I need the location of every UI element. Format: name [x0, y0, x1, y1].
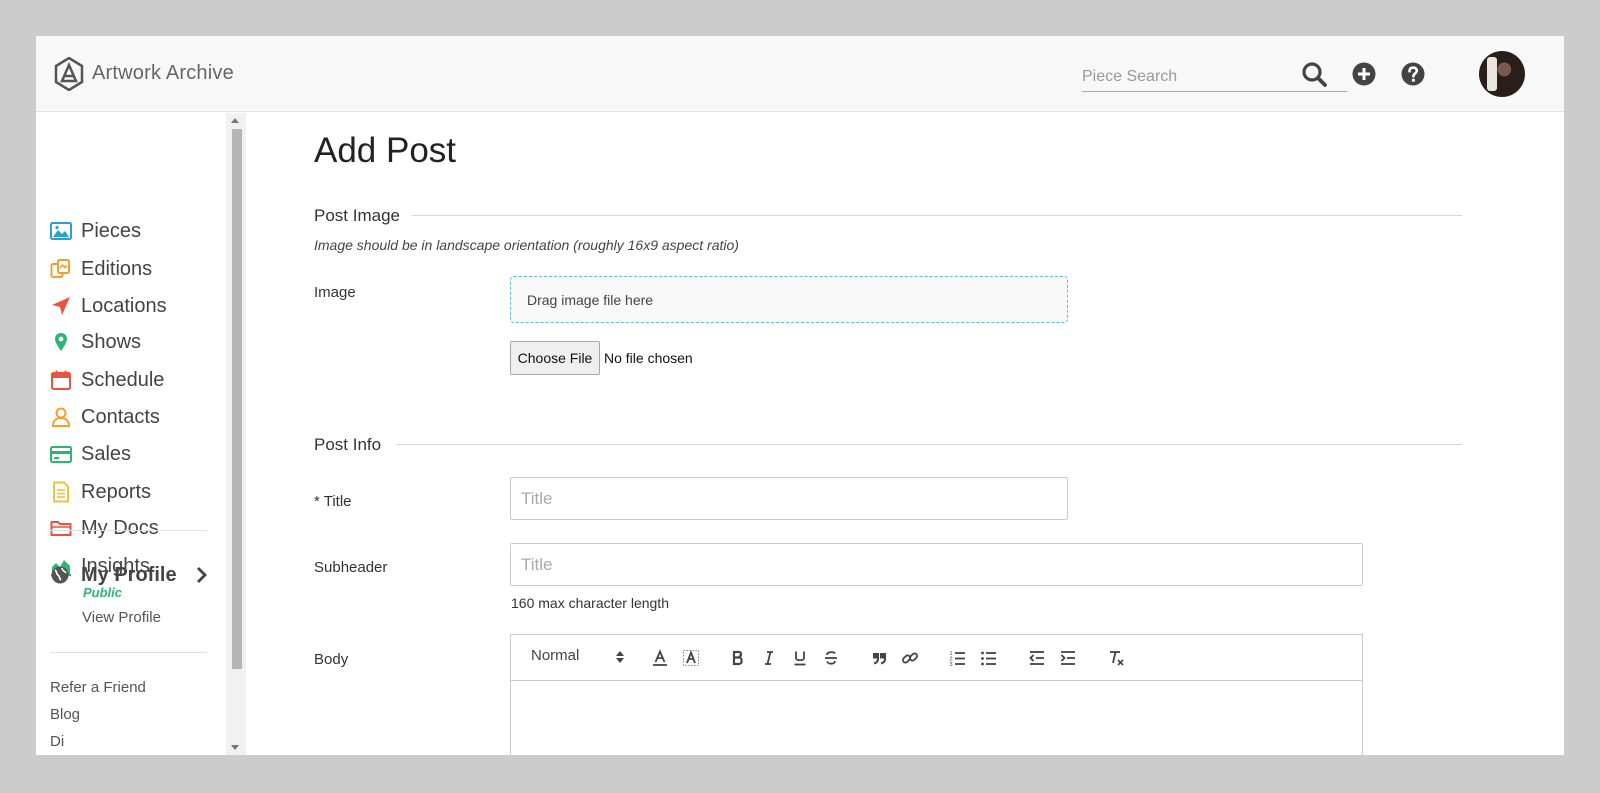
credit-card-icon [50, 446, 72, 463]
help-circle-icon[interactable] [1399, 60, 1427, 88]
view-profile-link[interactable]: View Profile [82, 609, 161, 626]
sidebar-item-label: Sales [81, 442, 132, 465]
search-icon[interactable] [1300, 60, 1328, 88]
top-header: Artwork Archive [36, 36, 1564, 112]
sidebar-item-contacts[interactable]: Contacts [50, 402, 160, 432]
svg-text:3: 3 [950, 662, 953, 667]
sidebar-item-my-docs[interactable]: My Docs [50, 513, 159, 543]
document-icon [53, 481, 69, 503]
refer-a-friend-link[interactable]: Refer a Friend [50, 679, 146, 696]
background-color-icon [683, 649, 699, 666]
sidebar-item-label: Schedule [81, 368, 165, 391]
bold-button[interactable] [729, 648, 747, 668]
section-divider [412, 215, 1462, 216]
format-select[interactable]: Normal [531, 647, 579, 664]
underline-icon [794, 651, 806, 666]
bullet-list-button[interactable] [980, 648, 998, 668]
sidebar-footer-link[interactable]: Di [50, 733, 64, 750]
title-label: * Title [314, 493, 352, 510]
title-input[interactable] [510, 477, 1068, 520]
image-label: Image [314, 284, 356, 301]
subheader-label: Subheader [314, 559, 388, 576]
sidebar-item-label: Editions [81, 257, 153, 280]
subheader-input[interactable] [510, 543, 1363, 586]
link-button[interactable] [901, 648, 919, 668]
app-window: Artwork Archive Pieces Editions [36, 36, 1564, 755]
plus-circle-icon[interactable] [1350, 60, 1378, 88]
main-content: Add Post Post Image Image should be in l… [246, 113, 1564, 755]
artwork-archive-logo[interactable] [54, 57, 84, 91]
image-dropzone[interactable]: Drag image file here [510, 276, 1068, 323]
editor-toolbar: Normal 1 2 3 [511, 635, 1362, 681]
chevron-right-icon[interactable] [194, 565, 208, 585]
section-title-post-image: Post Image [314, 206, 400, 225]
image-icon [50, 222, 72, 240]
sidebar-item-label: My Docs [81, 516, 159, 539]
clear-format-button[interactable] [1107, 648, 1125, 668]
sidebar-item-label: Reports [81, 480, 152, 503]
body-label: Body [314, 651, 349, 668]
rich-text-editor: Normal 1 2 3 [510, 634, 1363, 755]
sidebar-item-label: Pieces [81, 219, 142, 242]
sidebar-divider [50, 530, 207, 531]
sidebar-item-editions[interactable]: Editions [50, 254, 152, 284]
outdent-button[interactable] [1028, 648, 1046, 668]
sidebar-divider [50, 652, 207, 653]
bullet-list-icon [981, 651, 996, 666]
user-icon [51, 407, 71, 427]
map-pin-icon [55, 333, 67, 351]
scrollbar-thumb[interactable] [232, 129, 242, 669]
choose-file-button[interactable]: Choose File [510, 341, 600, 375]
scroll-down-arrow[interactable] [231, 745, 239, 750]
sidebar-item-label: Contacts [81, 405, 160, 428]
folder-icon [50, 521, 72, 536]
sidebar-item-shows[interactable]: Shows [50, 327, 141, 357]
location-arrow-icon [52, 297, 70, 315]
clear-format-icon [1110, 651, 1124, 666]
user-avatar[interactable] [1479, 51, 1525, 97]
underline-button[interactable] [791, 648, 809, 668]
sidebar-item-schedule[interactable]: Schedule [50, 365, 164, 395]
blog-link[interactable]: Blog [50, 706, 80, 723]
ordered-list-icon: 123 [950, 651, 965, 667]
background-color-button[interactable] [682, 648, 700, 668]
scroll-up-arrow[interactable] [231, 118, 239, 123]
sidebar-item-label: Shows [81, 330, 142, 353]
blockquote-button[interactable] [870, 648, 888, 668]
sidebar-item-sales[interactable]: Sales [50, 439, 131, 469]
editions-icon [50, 259, 70, 278]
section-divider [396, 444, 1462, 445]
italic-icon [765, 651, 773, 665]
ordered-list-button[interactable]: 123 [949, 648, 967, 668]
sidebar-item-reports[interactable]: Reports [50, 477, 151, 507]
editor-body[interactable] [511, 682, 1362, 755]
brand-name[interactable]: Artwork Archive [92, 62, 234, 85]
bold-icon [732, 650, 743, 666]
subheader-char-limit-hint: 160 max character length [511, 595, 669, 611]
sidebar-item-label: Locations [81, 294, 167, 317]
sidebar-scrollbar[interactable] [226, 113, 246, 755]
sidebar-item-locations[interactable]: Locations [50, 291, 167, 321]
calendar-icon [51, 370, 71, 390]
font-color-button[interactable] [651, 648, 669, 668]
indent-icon [1060, 651, 1075, 665]
no-file-chosen-text: No file chosen [604, 350, 693, 366]
sidebar: Pieces Editions Locations Shows Schedule… [36, 113, 246, 755]
my-profile-label: My Profile [81, 563, 177, 586]
font-color-icon [653, 649, 667, 666]
link-icon [902, 652, 918, 664]
sidebar-item-pieces[interactable]: Pieces [50, 216, 141, 246]
strikethrough-button[interactable] [822, 648, 840, 668]
globe-icon [51, 566, 69, 584]
image-orientation-hint: Image should be in landscape orientation… [314, 237, 739, 253]
italic-button[interactable] [760, 648, 778, 668]
outdent-icon [1029, 651, 1044, 665]
strikethrough-icon [825, 651, 837, 665]
page-title: Add Post [314, 131, 457, 170]
section-title-post-info: Post Info [314, 435, 382, 454]
profile-status-badge: Public [83, 585, 123, 600]
select-arrows-icon[interactable] [615, 649, 625, 665]
indent-button[interactable] [1059, 648, 1077, 668]
blockquote-icon [873, 653, 886, 665]
